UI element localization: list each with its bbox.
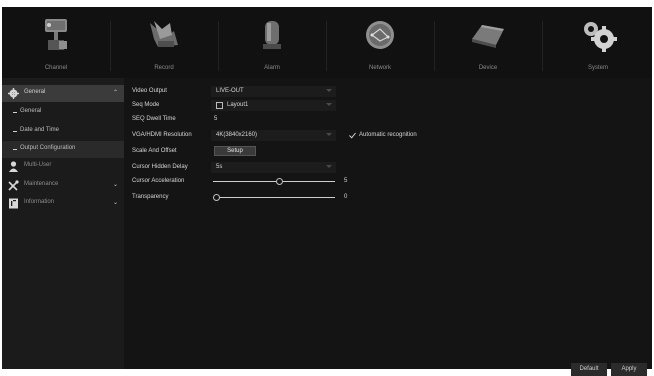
vga-resolution-label: VGA/HDMI Resolution — [132, 132, 192, 138]
cursor-hidden-delay-value: 5s — [216, 164, 223, 170]
top-menu-label: Device — [478, 65, 498, 71]
dropdown-arrow-icon — [326, 89, 332, 92]
automatic-recognition-checkbox[interactable] — [349, 132, 356, 139]
top-menu-network[interactable]: Network — [326, 7, 434, 78]
dropdown-arrow-icon — [326, 133, 332, 136]
gear-icon — [8, 88, 19, 99]
default-button[interactable]: Default — [571, 363, 607, 376]
chevron-down-icon: ⌄ — [112, 182, 118, 188]
cursor-hidden-delay-label: Cursor Hidden Delay — [132, 164, 188, 170]
top-menu-label: Record — [154, 65, 174, 71]
info-icon — [9, 198, 18, 209]
dash-icon — [13, 112, 17, 113]
top-menu-record[interactable]: Record — [110, 7, 218, 78]
seq-dwell-label: SEQ Dwell Time — [132, 116, 176, 122]
top-menu-system[interactable]: System — [544, 7, 652, 78]
top-menu-label: Channel — [44, 65, 68, 71]
top-menu-channel[interactable]: Channel — [2, 7, 110, 78]
dash-icon — [13, 131, 17, 132]
slider-track — [213, 197, 335, 198]
video-output-value: LIVE-OUT — [216, 88, 244, 94]
network-icon — [366, 21, 394, 49]
transparency-value: 0 — [344, 194, 348, 200]
dropdown-arrow-icon — [326, 103, 332, 106]
sidebar-item-multi-user[interactable]: Multi-User — [2, 158, 124, 175]
slider-track — [213, 181, 335, 182]
screen: Channel Record Alarm Network Device Syst… — [2, 7, 652, 376]
cursor-acceleration-value: 5 — [344, 178, 348, 184]
seq-mode-label: Seq Mode — [132, 102, 160, 108]
cursor-hidden-delay-select[interactable]: 5s — [211, 162, 336, 173]
sidebar-item-general[interactable]: General ⌃ — [2, 85, 124, 102]
top-menu-device[interactable]: Device — [434, 7, 542, 78]
chevron-down-icon: ⌄ — [112, 200, 118, 206]
scale-offset-label: Scale And Offset — [132, 148, 177, 154]
seq-mode-checkbox[interactable] — [216, 102, 223, 109]
seq-mode-value: Layout1 — [227, 102, 249, 108]
top-menu-alarm[interactable]: Alarm — [218, 7, 326, 78]
top-menu-label: Network — [368, 65, 391, 71]
chevron-up-icon: ⌃ — [112, 90, 118, 96]
wrench-icon — [8, 180, 19, 191]
sidebar-item-information[interactable]: Information ⌄ — [2, 195, 124, 212]
automatic-recognition-label: Automatic recognition — [359, 132, 417, 138]
cursor-acceleration-slider[interactable] — [213, 178, 335, 185]
video-output-label: Video Output — [132, 88, 167, 94]
sidebar-item-label: Information — [24, 199, 55, 205]
sidebar-subitem-label: Date and Time — [20, 127, 60, 133]
record-icon — [150, 21, 178, 47]
sidebar-subitem-label: Output Configuration — [20, 145, 76, 151]
divider — [542, 21, 543, 71]
alarm-icon — [263, 21, 281, 49]
top-menu-label: System — [587, 65, 608, 71]
vga-resolution-value: 4K(3840x2160) — [216, 132, 258, 138]
dash-icon — [13, 149, 17, 150]
sidebar-item-label: Maintenance — [24, 181, 59, 187]
sidebar-subitem-label: General — [20, 108, 42, 114]
setup-button[interactable]: Setup — [214, 146, 256, 156]
device-icon — [472, 25, 504, 48]
top-menu-label: Alarm — [264, 65, 280, 71]
sidebar-subitem-date-time[interactable]: Date and Time — [2, 123, 124, 140]
transparency-label: Transparency — [132, 194, 169, 200]
slider-thumb[interactable] — [213, 194, 220, 201]
cursor-acceleration-label: Cursor Acceleration — [132, 178, 185, 184]
output-configuration-panel: Video Output LIVE-OUT Seq Mode Layout1 S… — [124, 78, 652, 376]
sidebar-subitem-output-configuration[interactable]: Output Configuration — [2, 141, 124, 158]
camera-icon — [45, 19, 67, 50]
sidebar-item-label: Multi-User — [24, 162, 52, 168]
video-output-select[interactable]: LIVE-OUT — [211, 86, 336, 97]
slider-thumb[interactable] — [276, 178, 284, 185]
sidebar-item-label: General — [24, 89, 46, 95]
sidebar: General ⌃ General Date and Time Output C… — [2, 78, 124, 369]
user-icon — [9, 161, 18, 172]
transparency-slider[interactable] — [213, 194, 335, 201]
seq-dwell-input[interactable]: 5 — [214, 116, 217, 122]
vga-resolution-select[interactable]: 4K(3840x2160) — [211, 130, 336, 141]
sidebar-item-maintenance[interactable]: Maintenance ⌄ — [2, 177, 124, 194]
seq-mode-select[interactable]: Layout1 — [211, 100, 336, 111]
apply-button[interactable]: Apply — [611, 363, 647, 376]
gears-icon — [584, 22, 617, 52]
dropdown-arrow-icon — [326, 165, 332, 168]
top-menu-bar: Channel Record Alarm Network Device Syst… — [2, 7, 652, 78]
sidebar-subitem-general[interactable]: General — [2, 104, 124, 121]
